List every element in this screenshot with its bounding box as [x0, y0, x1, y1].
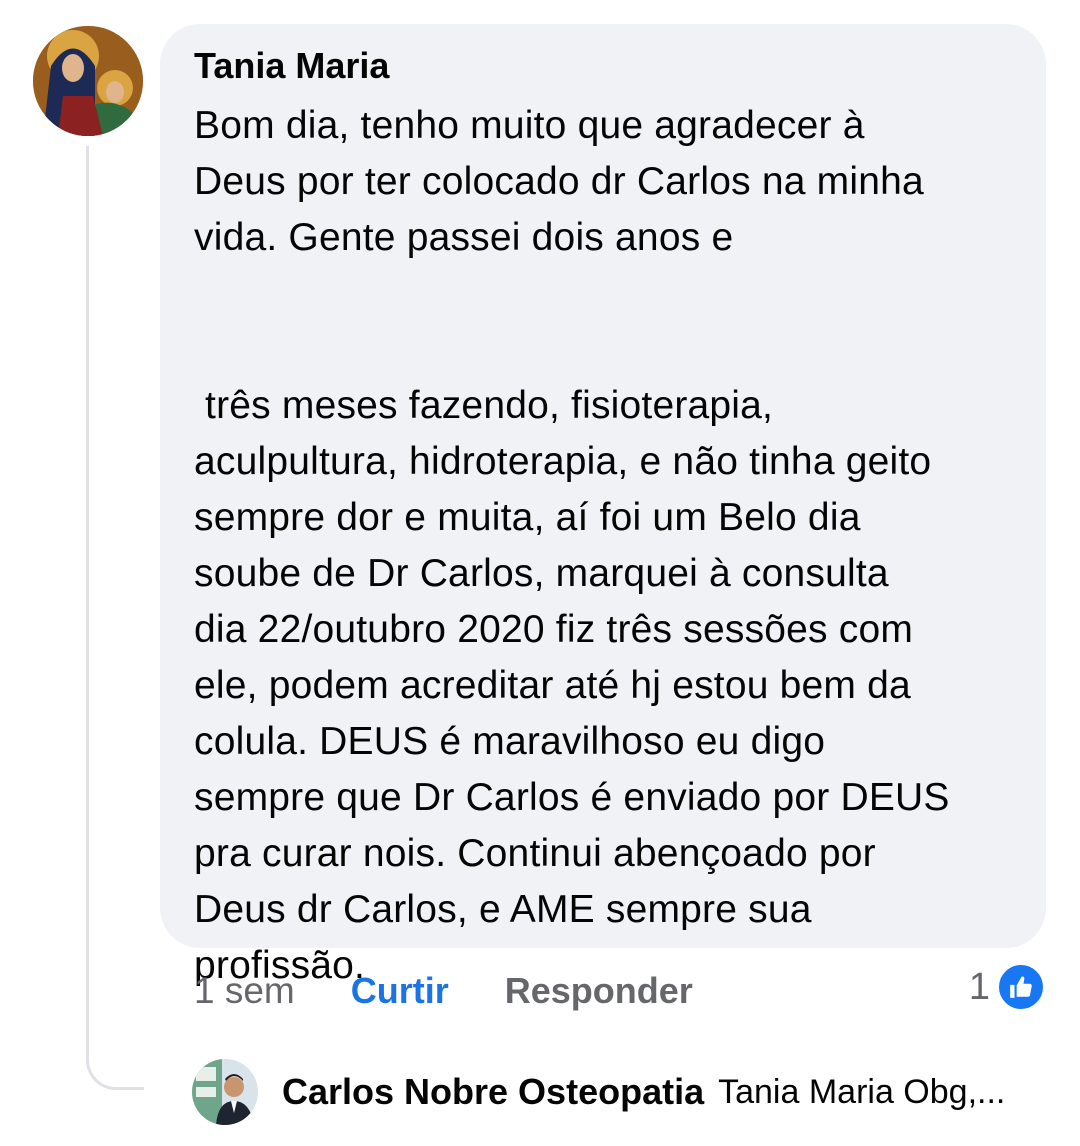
- commenter-avatar[interactable]: [33, 26, 143, 136]
- thumbs-up-icon: [996, 962, 1046, 1012]
- comment-actions: 1 sem Curtir Responder: [194, 966, 693, 1016]
- reaction-count: 1: [968, 965, 990, 1008]
- comment-author-name[interactable]: Tania Maria: [194, 46, 1012, 86]
- like-button[interactable]: Curtir: [351, 970, 449, 1012]
- reply-snippet: Tania Maria Obg,...: [718, 1072, 1006, 1111]
- reply-button[interactable]: Responder: [505, 970, 693, 1012]
- reply-author-avatar[interactable]: [192, 1059, 258, 1125]
- reply-author-name[interactable]: Carlos Nobre Osteopatia: [282, 1071, 704, 1113]
- religious-icon-avatar: [33, 26, 143, 136]
- reply-thread-connector: [86, 146, 144, 1090]
- profile-photo-avatar: [192, 1059, 258, 1125]
- comment-timestamp[interactable]: 1 sem: [194, 970, 295, 1012]
- reply-preview[interactable]: Carlos Nobre Osteopatia Tania Maria Obg,…: [192, 1058, 1005, 1126]
- comment-bubble: Tania Maria Bom dia, tenho muito que agr…: [160, 24, 1046, 987]
- comment-text: Bom dia, tenho muito que agradecer à Deu…: [194, 104, 950, 987]
- reaction-summary[interactable]: 1: [969, 962, 1046, 1012]
